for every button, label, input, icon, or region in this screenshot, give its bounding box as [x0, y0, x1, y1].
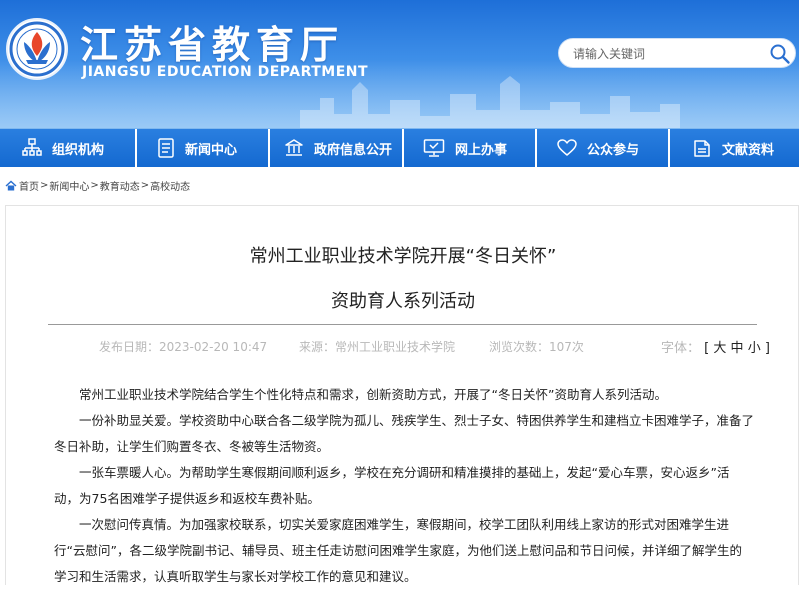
nav-label-news: 新闻中心	[185, 142, 238, 158]
home-icon	[5, 180, 17, 191]
article-paragraph: 一次慰问传真情。为加强家校联系，切实关爱家庭困难学生，寒假期间，校学工团队利用线…	[54, 517, 742, 584]
nav-item-gov-info[interactable]: 政府信息公开	[284, 129, 392, 167]
article-title-line1: 常州工业职业技术学院开展“冬日关怀”	[249, 246, 557, 267]
nav-divider	[135, 129, 137, 167]
article-paragraph: 一份补助显关爱。学校资助中心联合各二级学院为孤儿、残疾学生、烈士子女、特困供养学…	[54, 413, 755, 454]
nav-item-documents[interactable]: 文献资料	[692, 129, 774, 167]
breadcrumb-home[interactable]: 首页	[19, 178, 39, 193]
breadcrumb-university-news[interactable]: 高校动态	[150, 178, 190, 193]
article-container: 常州工业职业技术学院开展“冬日关怀” 资助育人系列活动 发布日期：2023-02…	[5, 205, 799, 585]
nav-label-online-services: 网上办事	[455, 142, 508, 158]
font-bracket-close: ]	[764, 341, 770, 356]
breadcrumb-separator: >	[140, 180, 150, 191]
article-paragraph: 一张车票暖人心。为帮助学生寒假期间顺利返乡，学校在充分调研和精准摸排的基础上，发…	[54, 465, 730, 506]
font-size-label: 字体：	[661, 341, 701, 356]
government-icon	[285, 139, 303, 156]
search-box[interactable]	[558, 38, 796, 68]
nav-divider	[268, 129, 270, 167]
nav-label-gov-info: 政府信息公开	[314, 142, 393, 158]
nav-item-news[interactable]: 新闻中心	[157, 129, 237, 167]
nav-item-public-participation[interactable]: 公众参与	[557, 129, 639, 167]
nav-item-online-services[interactable]: 网上办事	[423, 129, 507, 167]
search-input[interactable]	[571, 43, 765, 65]
breadcrumb-separator: >	[90, 180, 99, 191]
font-size-large-button[interactable]: 大	[713, 341, 726, 356]
logo-emblem	[6, 18, 68, 80]
article-source: 来源：常州工业职业技术学院	[299, 340, 456, 354]
nav-label-organization: 组织机构	[52, 142, 105, 158]
nav-divider	[402, 129, 404, 167]
search-icon[interactable]	[769, 43, 791, 65]
breadcrumb-education-news[interactable]: 教育动态	[100, 178, 140, 193]
book-icon	[694, 140, 710, 157]
breadcrumb-news-center[interactable]: 新闻中心	[49, 178, 89, 193]
main-nav: 组织机构 新闻中心 政府信息公开 网上办事 公众参与 文献资料	[0, 128, 799, 167]
nav-label-public-participation: 公众参与	[587, 142, 640, 158]
font-size-small-button[interactable]: 小	[748, 341, 761, 356]
monitor-icon	[423, 139, 445, 157]
breadcrumb-separator: >	[40, 180, 49, 191]
nav-label-documents: 文献资料	[722, 142, 775, 158]
site-title: 江苏省教育厅	[80, 23, 345, 67]
view-count: 浏览次数：107次	[489, 340, 584, 354]
title-divider	[48, 324, 757, 325]
heart-icon	[557, 139, 577, 156]
site-subtitle: JIANGSU EDUCATION DEPARTMENT	[82, 64, 369, 80]
org-chart-icon	[22, 138, 42, 156]
nav-divider	[668, 129, 670, 167]
site-header: 江苏省教育厅 JIANGSU EDUCATION DEPARTMENT	[0, 0, 799, 128]
font-size-switcher: 字体： [ 大 中 小 ]	[661, 337, 770, 356]
nav-item-organization[interactable]: 组织机构	[22, 129, 104, 167]
article-paragraph: 常州工业职业技术学院结合学生个性化特点和需求，创新资助方式，开展了“冬日关怀”资…	[79, 387, 667, 402]
font-size-medium-button[interactable]: 中	[731, 341, 744, 356]
publish-date: 发布日期：2023-02-20 10:47	[99, 340, 268, 354]
document-icon	[158, 138, 174, 158]
article-title-line2: 资助育人系列活动	[331, 291, 475, 312]
font-bracket-open: [	[704, 341, 710, 356]
nav-divider	[535, 129, 537, 167]
breadcrumb: 首页 > 新闻中心 > 教育动态 > 高校动态	[5, 178, 190, 193]
